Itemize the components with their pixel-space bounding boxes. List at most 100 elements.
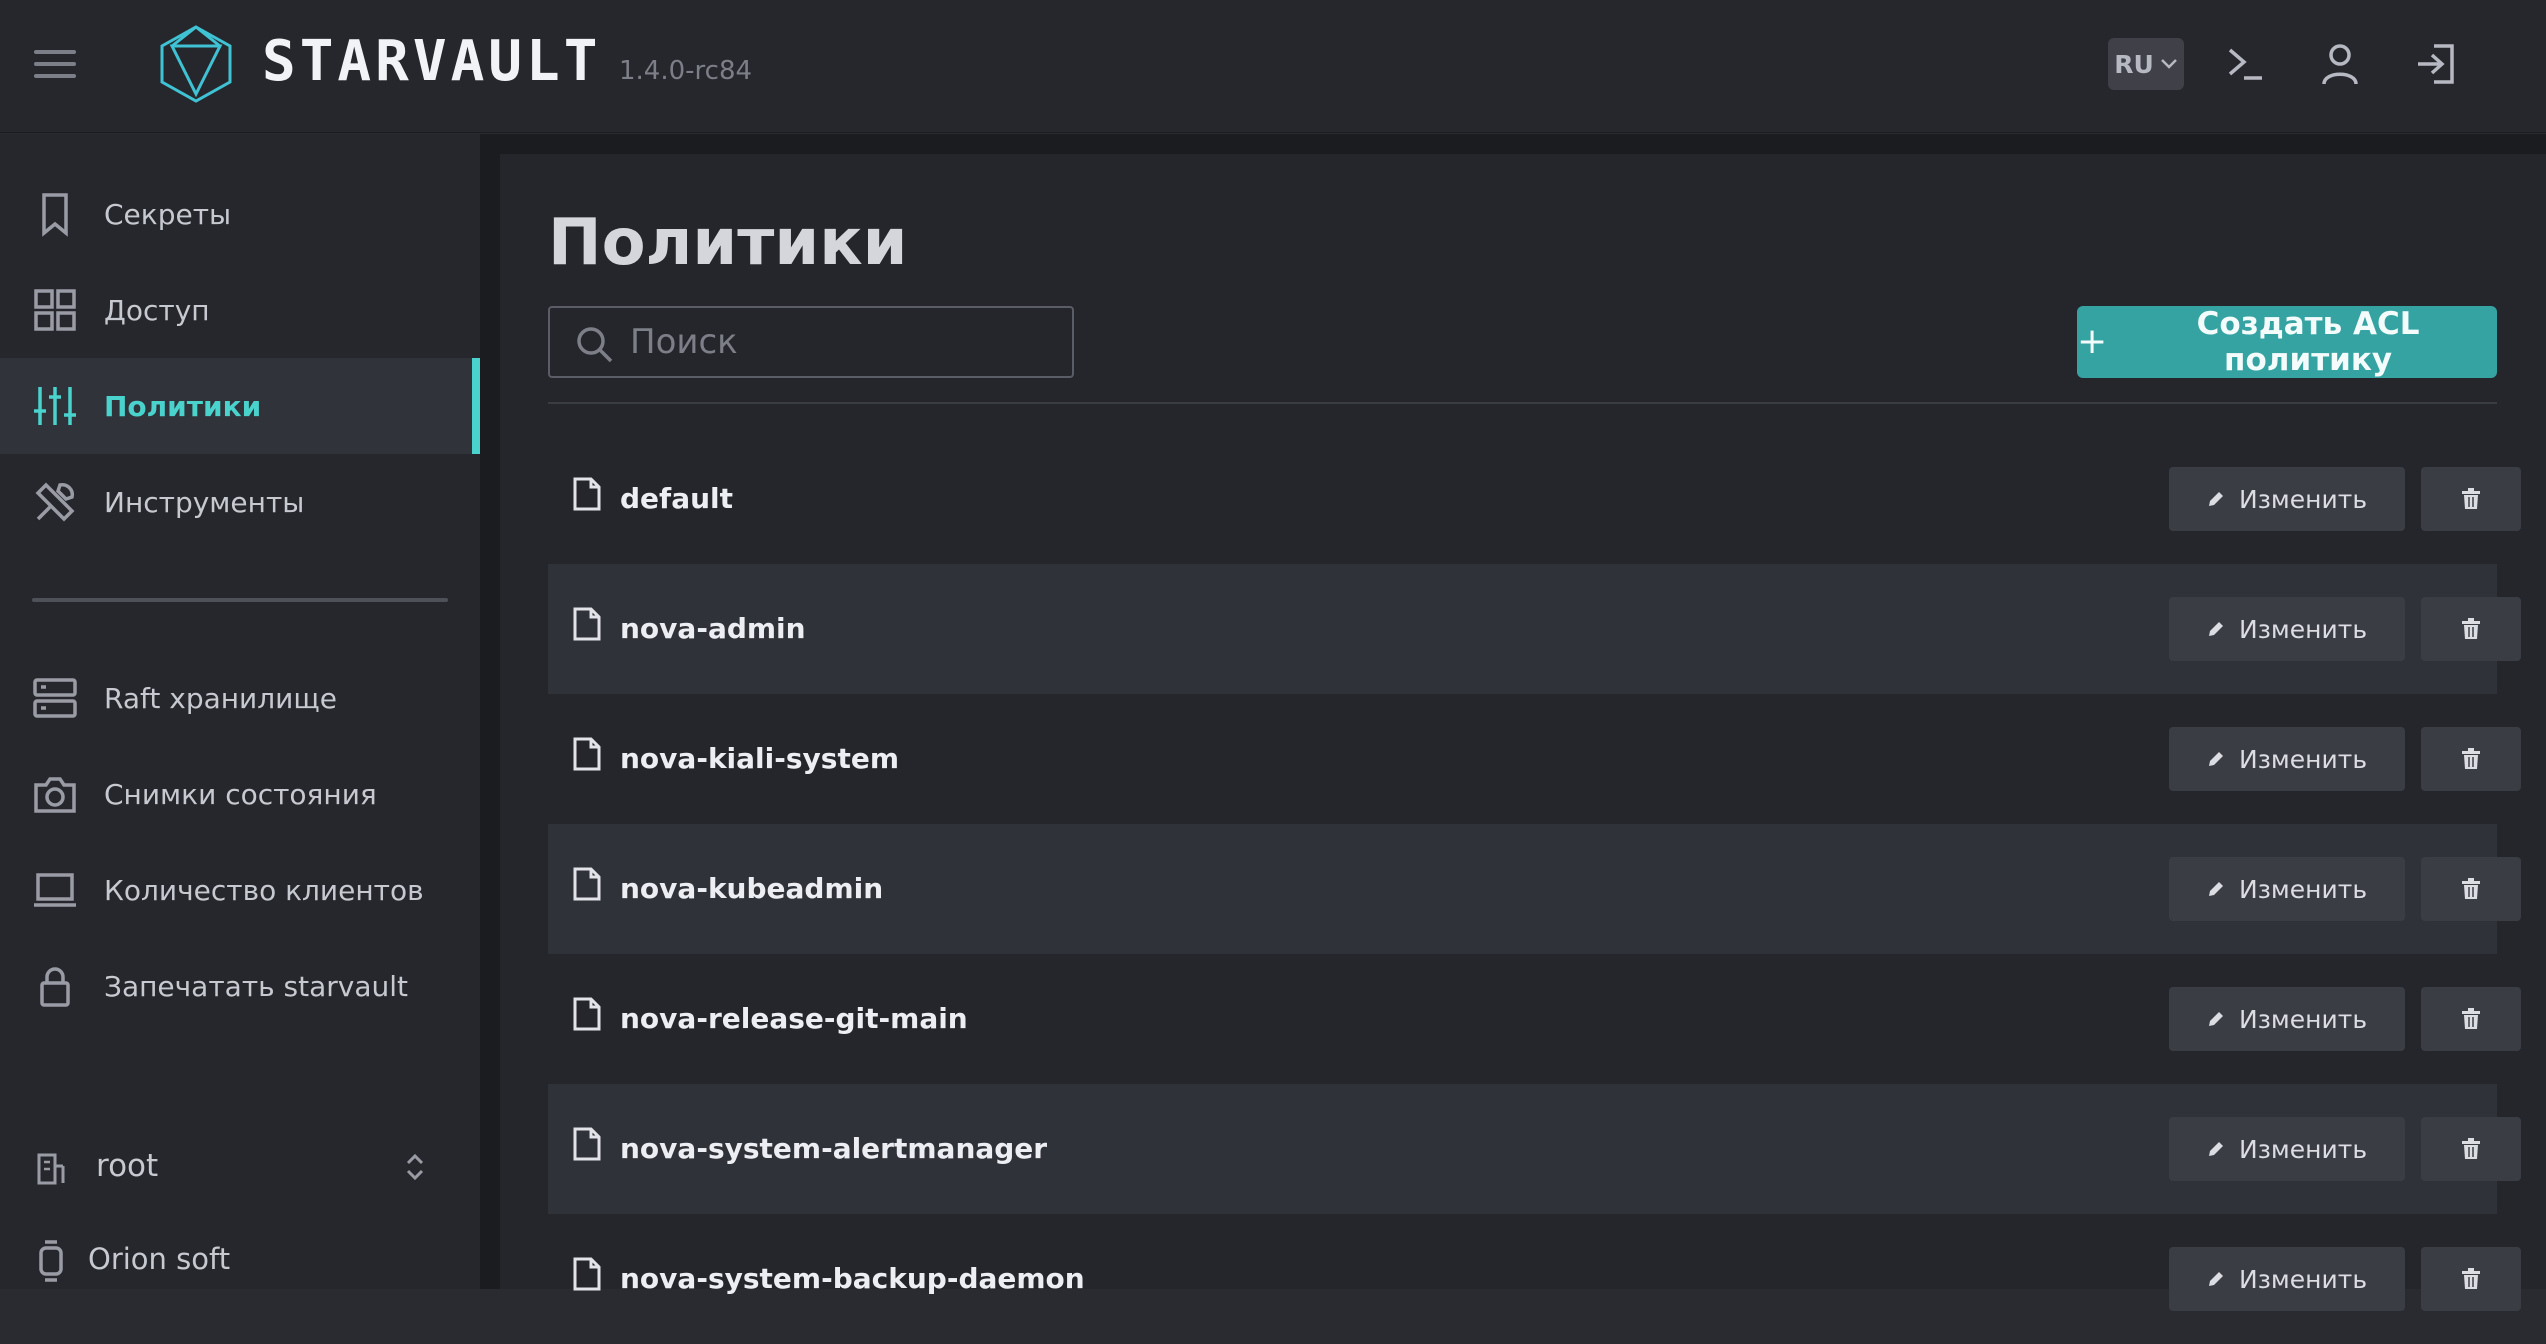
delete-button[interactable] [2421, 597, 2521, 661]
sidebar-item-raft-storage[interactable]: Raft хранилище [0, 650, 480, 746]
top-bar: STARVAULT 1.4.0-rc84 RU [0, 0, 2546, 133]
table-row[interactable]: nova-kubeadmin Изменить [548, 824, 2521, 954]
grid-icon [34, 289, 76, 331]
sidebar-item-seal[interactable]: Запечатать starvault [0, 938, 480, 1034]
document-icon [573, 1127, 601, 1161]
sidebar-item-secrets[interactable]: Секреты [0, 166, 480, 262]
policy-name[interactable]: nova-admin [620, 612, 806, 645]
edit-button-label: Изменить [2238, 484, 2368, 514]
pencil-icon [2208, 882, 2223, 896]
edit-button[interactable]: Изменить [2169, 1117, 2405, 1181]
edit-button[interactable]: Изменить [2169, 987, 2405, 1051]
language-selector[interactable]: RU [2108, 38, 2184, 90]
sidebar: Секреты Доступ Политики Инструменты Raft… [0, 134, 480, 1289]
trash-icon [2462, 1138, 2480, 1159]
pencil-icon [2208, 752, 2223, 766]
document-icon [573, 867, 601, 901]
camera-icon [34, 777, 76, 813]
pencil-icon [2208, 1142, 2223, 1156]
user-icon[interactable] [2316, 40, 2364, 88]
terminal-icon[interactable] [2220, 40, 2268, 88]
sidebar-item-snapshots[interactable]: Снимки состояния [0, 746, 480, 842]
organization-info: Orion soft [32, 1234, 432, 1290]
search-field[interactable] [548, 306, 1074, 378]
search-input[interactable] [630, 320, 1050, 364]
trash-icon [2462, 748, 2480, 769]
create-acl-policy-button[interactable]: + Создать ACL политику [2077, 306, 2497, 378]
search-icon [577, 327, 613, 363]
edit-button[interactable]: Изменить [2169, 597, 2405, 661]
edit-button-label: Изменить [2238, 744, 2368, 774]
sidebar-item-label: Политики [104, 389, 262, 423]
pencil-icon [2208, 622, 2223, 636]
sidebar-divider [32, 598, 448, 602]
sidebar-item-policies[interactable]: Политики [0, 358, 480, 454]
delete-button[interactable] [2421, 987, 2521, 1051]
table-row[interactable]: default Изменить [548, 434, 2521, 564]
layout-gap [480, 134, 500, 1289]
divider [548, 402, 2497, 404]
pencil-icon [2208, 1272, 2223, 1286]
trash-icon [2462, 1008, 2480, 1029]
table-row[interactable]: nova-release-git-main Изменить [548, 954, 2521, 1084]
edit-button-label: Изменить [2238, 1264, 2368, 1294]
lock-icon [40, 967, 70, 1007]
document-icon [573, 1257, 601, 1291]
bookmark-icon [42, 193, 68, 237]
delete-button[interactable] [2421, 857, 2521, 921]
policy-name[interactable]: nova-kiali-system [620, 742, 899, 775]
delete-button[interactable] [2421, 1117, 2521, 1181]
table-row[interactable]: nova-system-alertmanager Изменить [548, 1084, 2521, 1214]
table-row[interactable]: nova-system-backup-daemon Изменить [548, 1214, 2521, 1344]
table-row[interactable]: nova-admin Изменить [548, 564, 2521, 694]
menu-icon[interactable] [34, 50, 76, 80]
laptop-icon [34, 873, 76, 907]
brand-name: STARVAULT [262, 29, 602, 94]
watch-icon [39, 1240, 63, 1282]
edit-button-label: Изменить [2238, 1134, 2368, 1164]
sliders-icon [34, 387, 76, 425]
create-button-label: Создать ACL политику [2196, 306, 2420, 378]
document-icon [573, 607, 601, 641]
tools-icon [35, 482, 75, 522]
pencil-icon [2208, 1012, 2223, 1026]
trash-icon [2462, 488, 2480, 509]
page-title: Политики [548, 206, 908, 280]
main-content: Политики + Создать ACL политику default … [500, 154, 2546, 1311]
edit-button[interactable]: Изменить [2169, 857, 2405, 921]
sidebar-item-label: Raft хранилище [104, 681, 337, 715]
edit-button-label: Изменить [2238, 614, 2368, 644]
delete-button[interactable] [2421, 727, 2521, 791]
sidebar-item-label: Запечатать starvault [104, 969, 408, 1003]
sidebar-item-tools[interactable]: Инструменты [0, 454, 480, 550]
policy-name[interactable]: default [620, 482, 733, 515]
table-row[interactable]: nova-kiali-system Изменить [548, 694, 2521, 824]
sidebar-item-label: Снимки состояния [104, 777, 377, 811]
document-icon [573, 477, 601, 511]
trash-icon [2462, 878, 2480, 899]
edit-button[interactable]: Изменить [2169, 1247, 2405, 1311]
organization-label: Orion soft [88, 1242, 231, 1276]
sidebar-item-label: Доступ [104, 293, 210, 327]
sidebar-item-label: Секреты [104, 197, 232, 231]
delete-button[interactable] [2421, 1247, 2521, 1311]
namespace-selector[interactable]: root [32, 1138, 432, 1202]
sidebar-item-client-count[interactable]: Количество клиентов [0, 842, 480, 938]
language-label: RU [2114, 49, 2154, 79]
edit-button-label: Изменить [2238, 1004, 2368, 1034]
policy-name[interactable]: nova-system-alertmanager [620, 1132, 1047, 1165]
logout-icon[interactable] [2412, 40, 2460, 88]
policy-name[interactable]: nova-system-backup-daemon [620, 1262, 1085, 1295]
edit-button[interactable]: Изменить [2169, 727, 2405, 791]
server-icon [33, 678, 77, 718]
sidebar-item-access[interactable]: Доступ [0, 262, 480, 358]
delete-button[interactable] [2421, 467, 2521, 531]
edit-button[interactable]: Изменить [2169, 467, 2405, 531]
policy-name[interactable]: nova-kubeadmin [620, 872, 883, 905]
document-icon [573, 737, 601, 771]
building-icon [37, 1153, 65, 1185]
trash-icon [2462, 618, 2480, 639]
chevron-down-icon [2160, 59, 2177, 69]
namespace-label: root [96, 1148, 159, 1184]
policy-name[interactable]: nova-release-git-main [620, 1002, 968, 1035]
